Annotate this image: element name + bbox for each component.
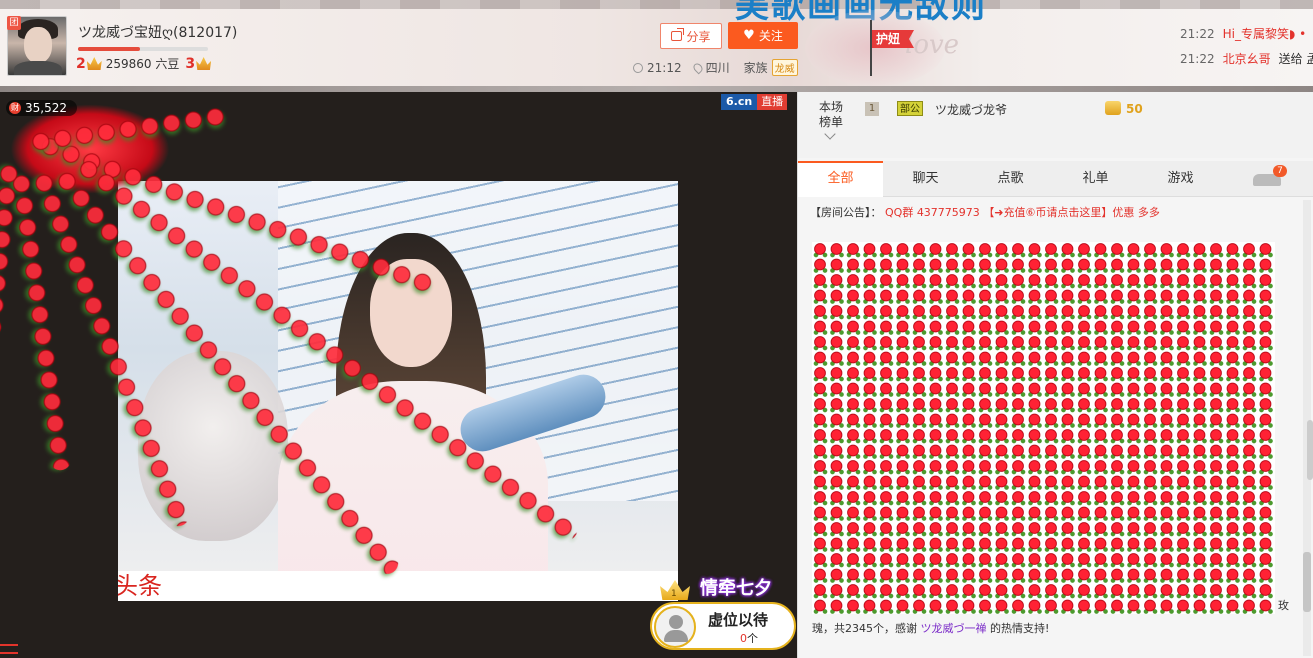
notice-text: 送给 孟	[1278, 52, 1313, 66]
heart-icon: ♥	[743, 28, 755, 43]
car-count-badge: 7	[1273, 165, 1287, 177]
chat-panel: 本场榜单 1 部公 ツ龙威づ龙爷 50 全部 聊天 点歌 礼单 游戏 7 【房间…	[797, 92, 1313, 658]
anchor-name[interactable]: ツ龙威づ宝妞ღ(812017)	[78, 22, 237, 42]
qq-group: QQ群 437775973	[885, 206, 980, 219]
video-caption-bar: 头条	[118, 571, 678, 601]
seat-owner-name: 情牵七夕	[700, 578, 772, 599]
wealth-indicator: 财 35,522	[6, 100, 77, 116]
seat-grab-button[interactable]: 虚位以待 0个	[650, 602, 796, 650]
family-label: 家族	[743, 61, 768, 75]
gift-notice-list: 21:22 Hi_专属黎笑◗ • 送 21:22 北京幺哥 送给 孟	[1180, 27, 1313, 77]
gift-name-fragment: 玫	[1278, 599, 1289, 612]
session-ranking: 本场榜单 1 部公 ツ龙威づ龙爷 50	[798, 92, 1313, 158]
user-title-badge: 部公	[897, 101, 923, 116]
follow-button[interactable]: ♥ 关注	[728, 22, 798, 49]
seat-count-unit: 个	[747, 632, 758, 645]
share-label: 分享	[686, 29, 711, 44]
share-button[interactable]: 分享	[660, 23, 722, 49]
tab-chat[interactable]: 聊天	[883, 161, 968, 197]
rose-gift-grid	[812, 242, 1275, 614]
tab-all[interactable]: 全部	[798, 161, 883, 197]
tab-song-request[interactable]: 点歌	[968, 161, 1053, 197]
tab-gift-list[interactable]: 礼单	[1053, 161, 1138, 197]
chevron-down-icon[interactable]	[824, 128, 836, 140]
room-announcement: 【房间公告】： QQ群 437775973 【➜充值⑥币请点击这里】优惠 多多	[810, 204, 1310, 220]
rank-value: 50	[1126, 102, 1143, 116]
guard-flag-pole	[870, 20, 872, 76]
family-badge[interactable]: 龙威	[771, 59, 798, 76]
avatar-face	[24, 27, 52, 63]
announcement-tag: 【房间公告】：	[810, 206, 882, 219]
video-caption-text: 头条	[118, 572, 162, 600]
tab-cars[interactable]: 7	[1223, 161, 1308, 197]
clock-icon	[633, 62, 643, 73]
crown-icon	[196, 57, 212, 70]
guard-flag[interactable]: 护妞	[872, 30, 915, 48]
current-level: 2	[76, 55, 86, 72]
site-logo-text: 6.cn	[721, 94, 758, 110]
location-pin-icon	[691, 61, 704, 74]
crown-icon	[86, 57, 102, 70]
rank-user-name[interactable]: ツ龙威づ龙爷	[935, 101, 1007, 118]
follow-label: 关注	[758, 29, 783, 43]
chat-tabs: 全部 聊天 点歌 礼单 游戏 7	[798, 161, 1313, 197]
level-progress-fill	[78, 47, 141, 51]
live-room-app: 美歌画画无敌则 love 团 ツ龙威づ宝妞ღ(812017) 2 259860 …	[0, 0, 1313, 658]
panel-collapse-handle[interactable]	[1307, 420, 1313, 480]
live-label: 直播	[757, 94, 788, 110]
thanks-prefix: 瑰，共2345个，感谢	[812, 622, 921, 635]
coin-icon	[1105, 101, 1121, 115]
share-icon	[671, 31, 683, 41]
seat-rank: 1	[671, 589, 677, 599]
rank-position: 1	[865, 102, 879, 116]
location: 四川	[705, 61, 730, 75]
seat-title: 虚位以待	[708, 611, 769, 629]
user-placeholder-icon	[654, 606, 696, 648]
wealth-icon: 财	[9, 102, 21, 114]
level-progress-bar	[78, 47, 208, 51]
wealth-value: 35,522	[25, 101, 67, 115]
anchor-level-row: 2 259860 六豆 3	[76, 55, 215, 72]
notice-time: 21:22	[1180, 52, 1215, 66]
notice-time: 21:22	[1180, 27, 1215, 41]
notice-user[interactable]: 北京幺哥	[1223, 52, 1271, 77]
menu-icon[interactable]	[0, 644, 18, 654]
next-level: 3	[185, 55, 196, 72]
seat-count: 0个	[740, 630, 758, 646]
chat-scrollbar-thumb[interactable]	[1303, 552, 1311, 612]
avatar-body	[14, 61, 62, 75]
bean-count: 259860 六豆	[105, 57, 180, 71]
notice-item: 21:22 北京幺哥 送给 孟	[1180, 52, 1313, 77]
tab-games[interactable]: 游戏	[1138, 161, 1223, 197]
seat-count-num: 0	[740, 632, 747, 645]
banner-top-stripe	[0, 0, 1313, 9]
notice-user[interactable]: Hi_专属黎笑◗ •	[1223, 27, 1307, 52]
room-info-row: 21:12 四川 家族 龙威	[633, 59, 798, 76]
thanks-user[interactable]: ツ龙威づ一禅	[921, 622, 987, 635]
live-time: 21:12	[647, 60, 682, 75]
avatar-corner-badge: 团	[7, 16, 21, 30]
thanks-suffix: 的热情支持!	[986, 622, 1050, 635]
notice-item: 21:22 Hi_专属黎笑◗ • 送	[1180, 27, 1313, 52]
video-stage: 头条 财 35,522 6.cn 直播 1 情牵七夕 虚位以待 0个	[0, 92, 797, 658]
banner-love-text: love	[905, 30, 960, 60]
site-logo: 6.cn 直播	[721, 94, 788, 110]
ranking-label[interactable]: 本场榜单	[818, 100, 844, 130]
recharge-link[interactable]: 【➜充值⑥币请点击这里】优惠 多多	[983, 206, 1160, 219]
room-banner: 美歌画画无敌则 love 团 ツ龙威づ宝妞ღ(812017) 2 259860 …	[0, 0, 1313, 92]
gift-thanks-message: 瑰，共2345个，感谢 ツ龙威づ一禅 的热情支持!	[812, 620, 1302, 636]
